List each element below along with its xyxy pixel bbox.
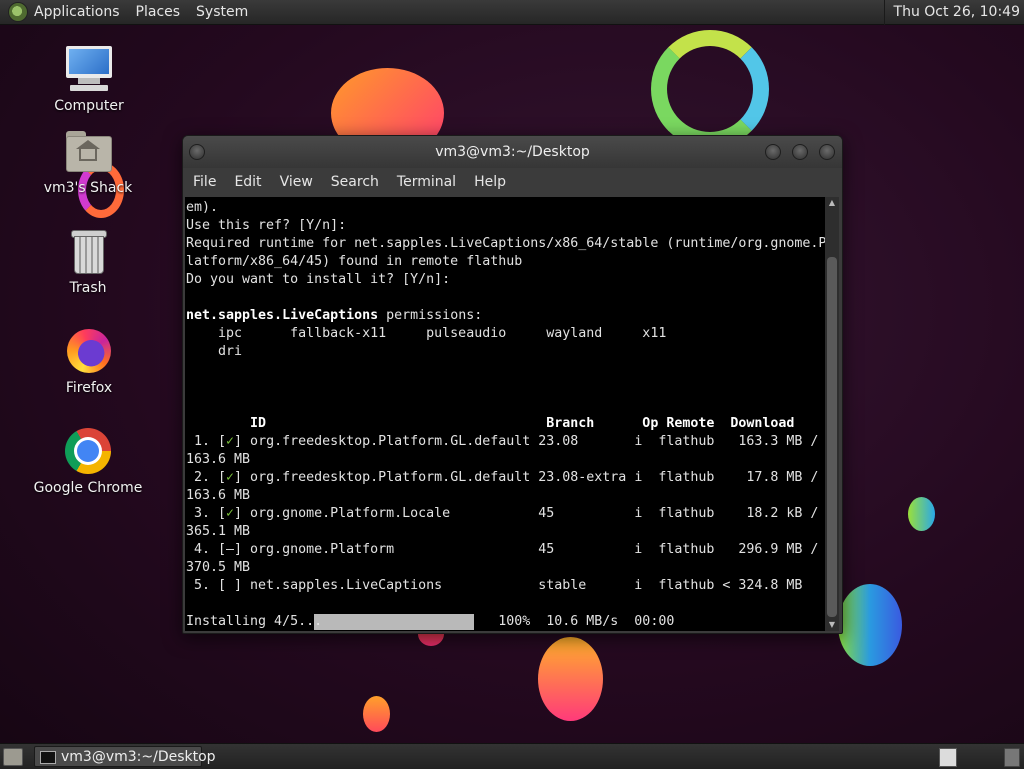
window-title: vm3@vm3:~/Desktop xyxy=(435,144,590,160)
wallpaper-small-orange-blob xyxy=(363,696,390,732)
system-menu[interactable]: System xyxy=(196,4,248,20)
workspace-switcher[interactable] xyxy=(939,748,957,767)
terminal-scrollbar[interactable]: ▲ ▼ xyxy=(825,197,839,631)
show-desktop-icon[interactable] xyxy=(3,748,23,766)
terminal-line: 163.6 MB xyxy=(186,488,251,503)
taskbar-terminal-label: vm3@vm3:~/Desktop xyxy=(61,749,216,765)
window-menu-button[interactable] xyxy=(189,144,205,160)
terminal-window[interactable]: vm3@vm3:~/Desktop File Edit View Search … xyxy=(182,135,843,634)
terminal-line: 2. [✓] org.freedesktop.Platform.GL.defau… xyxy=(186,470,819,485)
panel-trash-icon[interactable] xyxy=(1004,748,1020,767)
terminal-line: 365.1 MB xyxy=(186,524,251,539)
desktop-icon-label: Trash xyxy=(69,280,107,296)
terminal-line: ID Branch Op Remote Download xyxy=(186,416,795,431)
applications-menu[interactable]: Applications xyxy=(34,4,120,20)
desktop-icon-chrome[interactable]: Google Chrome xyxy=(33,426,143,496)
terminal-line: Required runtime for net.sapples.LiveCap… xyxy=(186,236,825,251)
terminal-line: 163.6 MB xyxy=(186,452,251,467)
desktop-icon-trash[interactable]: Trash xyxy=(33,226,143,296)
menu-help[interactable]: Help xyxy=(464,174,514,190)
computer-icon xyxy=(64,44,114,94)
desktop-icon-home[interactable]: vm3's Shack xyxy=(33,126,143,196)
wallpaper-large-orange-blob xyxy=(538,637,603,721)
terminal-line: net.sapples.LiveCaptions permissions: xyxy=(186,308,483,323)
terminal-icon xyxy=(40,751,56,764)
scroll-up-arrow-icon[interactable]: ▲ xyxy=(825,197,839,209)
scroll-down-arrow-icon[interactable]: ▼ xyxy=(825,619,839,631)
window-titlebar[interactable]: vm3@vm3:~/Desktop xyxy=(183,136,842,168)
terminal-line: 5. [ ] net.sapples.LiveCaptions stable i… xyxy=(186,578,803,593)
terminal-line: em). xyxy=(186,200,219,215)
distro-logo-icon[interactable] xyxy=(8,2,28,22)
bottom-panel: vm3@vm3:~/Desktop xyxy=(0,743,1024,769)
terminal-line: Installing 4/5... 100% 10.6 MB/s 00:00 xyxy=(186,614,675,629)
terminal-line: Do you want to install it? [Y/n]: xyxy=(186,272,451,287)
scrollbar-thumb[interactable] xyxy=(827,257,837,617)
firefox-icon xyxy=(64,326,114,376)
terminal-line: 1. [✓] org.freedesktop.Platform.GL.defau… xyxy=(186,434,819,449)
terminal-line: Use this ref? [Y/n]: xyxy=(186,218,347,233)
terminal-line: 4. [–] org.gnome.Platform 45 i flathub 2… xyxy=(186,542,819,557)
taskbar-terminal-button[interactable]: vm3@vm3:~/Desktop xyxy=(34,746,216,767)
maximize-button[interactable] xyxy=(792,144,808,160)
top-panel: Applications Places System Thu Oct 26, 1… xyxy=(0,0,1024,25)
terminal-menubar: File Edit View Search Terminal Help xyxy=(183,168,842,196)
home-folder-icon xyxy=(63,126,113,176)
menu-view[interactable]: View xyxy=(270,174,321,190)
wallpaper-green-ring xyxy=(651,30,769,148)
menu-terminal[interactable]: Terminal xyxy=(387,174,464,190)
terminal-line: ipc fallback-x11 pulseaudio wayland x11 xyxy=(186,326,667,341)
terminal-line: 370.5 MB xyxy=(186,560,251,575)
desktop-icon-label: Computer xyxy=(54,98,124,114)
close-button[interactable] xyxy=(819,144,835,160)
desktop-icon-computer[interactable]: Computer xyxy=(34,44,144,114)
wallpaper-teal-blob xyxy=(908,497,935,531)
desktop-icon-label: vm3's Shack xyxy=(43,180,133,196)
menu-file[interactable]: File xyxy=(183,174,224,190)
wallpaper-blue-blob xyxy=(838,584,902,666)
menu-edit[interactable]: Edit xyxy=(224,174,269,190)
terminal-line: latform/x86_64/45) found in remote flath… xyxy=(186,254,523,269)
chrome-icon xyxy=(63,426,113,476)
menu-search[interactable]: Search xyxy=(321,174,387,190)
desktop-icon-label: Google Chrome xyxy=(33,480,143,496)
places-menu[interactable]: Places xyxy=(136,4,181,20)
desktop-icon-label: Firefox xyxy=(65,380,113,396)
trash-icon xyxy=(63,226,113,276)
terminal-line: 3. [✓] org.gnome.Platform.Locale 45 i fl… xyxy=(186,506,819,521)
terminal-output[interactable]: em). Use this ref? [Y/n]: Required runtime… xyxy=(185,197,825,631)
desktop-icon-firefox[interactable]: Firefox xyxy=(34,326,144,396)
minimize-button[interactable] xyxy=(765,144,781,160)
terminal-line: dri xyxy=(186,344,243,359)
panel-clock[interactable]: Thu Oct 26, 10:49 xyxy=(883,0,1024,25)
